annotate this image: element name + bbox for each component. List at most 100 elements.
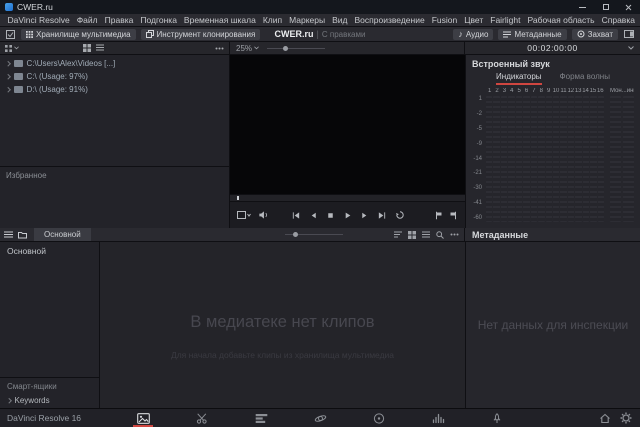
page-fusion[interactable] bbox=[309, 409, 331, 427]
stop-button[interactable] bbox=[326, 211, 335, 220]
list-view-icon[interactable] bbox=[422, 231, 430, 238]
metadata-panel-header: Метаданные bbox=[465, 228, 640, 241]
fairlight-page-icon bbox=[432, 413, 445, 424]
mark-out-icon bbox=[449, 211, 458, 220]
minimize-button[interactable] bbox=[571, 0, 594, 14]
page-cut[interactable] bbox=[191, 409, 213, 427]
close-button[interactable] bbox=[617, 0, 640, 14]
project-settings-button[interactable] bbox=[620, 412, 632, 424]
search-icon[interactable] bbox=[436, 231, 444, 239]
mark-out-button[interactable] bbox=[449, 211, 458, 220]
thumbnail-view-icon[interactable] bbox=[408, 231, 416, 239]
level-meter bbox=[486, 96, 492, 222]
timecode-options-button[interactable] bbox=[628, 46, 634, 50]
toolbar-right-group: ♪ Аудио Метаданные Захват bbox=[453, 29, 635, 40]
skip-start-button[interactable] bbox=[291, 211, 301, 220]
scrub-bar[interactable] bbox=[230, 194, 465, 202]
tab-waveform[interactable]: Форма волны bbox=[560, 72, 610, 85]
level-meter bbox=[560, 96, 566, 222]
menu-item[interactable]: Воспроизведение bbox=[351, 15, 428, 25]
thumbnail-size-slider[interactable] bbox=[267, 48, 325, 49]
clone-tool-label: Инструмент клонирования bbox=[157, 30, 256, 39]
loop-button[interactable] bbox=[395, 210, 405, 220]
mark-in-button[interactable] bbox=[434, 211, 443, 220]
playhead[interactable] bbox=[237, 196, 239, 200]
tab-master-bin[interactable]: Основной bbox=[34, 228, 91, 241]
panel-layout-button[interactable] bbox=[623, 29, 635, 40]
fusion-page-icon bbox=[314, 413, 327, 424]
menu-item[interactable]: Fairlight bbox=[487, 15, 524, 25]
menu-item[interactable]: Маркеры bbox=[286, 15, 329, 25]
project-manager-button[interactable] bbox=[599, 413, 611, 424]
play-button[interactable] bbox=[343, 211, 352, 220]
scale-label: -14 bbox=[473, 156, 482, 162]
menu-item[interactable]: Подгонка bbox=[137, 15, 181, 25]
bin-item-master[interactable]: Основной bbox=[0, 242, 99, 260]
skip-end-button[interactable] bbox=[377, 211, 387, 220]
thumbnail-view-icon[interactable] bbox=[83, 44, 91, 52]
bin-list-panel: Основной Смарт-ящики Keywords bbox=[0, 242, 100, 408]
page-deliver[interactable] bbox=[486, 409, 508, 427]
keywords-label: Keywords bbox=[15, 396, 50, 405]
bin-folder-button[interactable] bbox=[18, 231, 27, 239]
menu-item[interactable]: Вид bbox=[329, 15, 351, 25]
list-view-icon[interactable] bbox=[96, 44, 104, 51]
storage-options-button[interactable] bbox=[215, 47, 224, 50]
tab-meters[interactable]: Индикаторы bbox=[496, 72, 541, 85]
menu-item[interactable]: Рабочая область bbox=[524, 15, 598, 25]
audio-panel-button[interactable]: ♪ Аудио bbox=[453, 29, 493, 40]
level-meter bbox=[546, 96, 552, 222]
capture-button[interactable]: Захват bbox=[572, 29, 618, 40]
mute-button[interactable] bbox=[258, 210, 269, 220]
statusbar: DaVinci Resolve 16 bbox=[0, 408, 640, 427]
maximize-button[interactable] bbox=[594, 0, 617, 14]
step-forward-button[interactable] bbox=[360, 211, 369, 220]
storage-tree-item[interactable]: C:\ (Usage: 97%) bbox=[0, 70, 229, 83]
channel-number: 14 bbox=[582, 88, 589, 96]
scale-label: -41 bbox=[473, 200, 482, 206]
menu-item[interactable]: Файл bbox=[73, 15, 101, 25]
metadata-button-label: Метаданные bbox=[514, 30, 561, 39]
panel-checkbox-button[interactable] bbox=[5, 29, 16, 40]
menu-item[interactable]: DaVinci Resolve bbox=[4, 15, 73, 25]
zoom-select[interactable]: 25% bbox=[236, 44, 259, 53]
slider-thumb[interactable] bbox=[283, 46, 288, 51]
metadata-panel-body: Нет данных для инспекции bbox=[465, 242, 640, 408]
menu-item[interactable]: Временная шкала bbox=[180, 15, 259, 25]
clip-size-slider[interactable] bbox=[285, 234, 343, 235]
grid-small-icon bbox=[5, 45, 12, 52]
menu-item[interactable]: Справка bbox=[598, 15, 638, 25]
media-storage-button[interactable]: Хранилище мультимедиа bbox=[21, 29, 136, 40]
play-icon bbox=[343, 211, 352, 220]
speaker-icon bbox=[258, 210, 269, 220]
timecode-display[interactable]: 00:02:00:00 bbox=[527, 43, 577, 53]
smart-bin-keywords[interactable]: Keywords bbox=[0, 393, 99, 408]
lower-area: Основной Смарт-ящики Keywords В медиатек… bbox=[0, 242, 640, 408]
bin-list-toggle-button[interactable] bbox=[4, 231, 13, 239]
viewer-mode-button[interactable] bbox=[237, 211, 251, 219]
sort-icon[interactable] bbox=[394, 231, 402, 238]
page-fairlight[interactable] bbox=[427, 409, 449, 427]
channel-number: 8 bbox=[538, 88, 545, 96]
storage-tree-item[interactable]: C:\Users\Alex\Videos [...] bbox=[0, 57, 229, 70]
page-media[interactable] bbox=[132, 409, 154, 427]
storage-tree-item[interactable]: D:\ (Usage: 91%) bbox=[0, 83, 229, 96]
ellipsis-icon[interactable] bbox=[450, 233, 459, 236]
maximize-icon bbox=[603, 4, 609, 10]
menu-item[interactable]: Клип bbox=[259, 15, 285, 25]
video-preview bbox=[230, 55, 465, 194]
menu-item[interactable]: Цвет bbox=[461, 15, 487, 25]
step-back-icon bbox=[309, 211, 318, 220]
metadata-panel-button[interactable]: Метаданные bbox=[498, 29, 566, 40]
page-edit[interactable] bbox=[250, 409, 272, 427]
transport-left-group bbox=[237, 210, 269, 220]
menu-item[interactable]: Правка bbox=[101, 15, 137, 25]
storage-view-mode-button[interactable] bbox=[5, 45, 19, 52]
clone-tool-button[interactable]: Инструмент клонирования bbox=[141, 29, 261, 40]
slider-thumb[interactable] bbox=[293, 232, 298, 237]
channel-number: 11 bbox=[560, 88, 567, 96]
page-color[interactable] bbox=[368, 409, 390, 427]
menu-item[interactable]: Fusion bbox=[428, 15, 461, 25]
titlebar: CWER.ru bbox=[0, 0, 640, 14]
step-back-button[interactable] bbox=[309, 211, 318, 220]
